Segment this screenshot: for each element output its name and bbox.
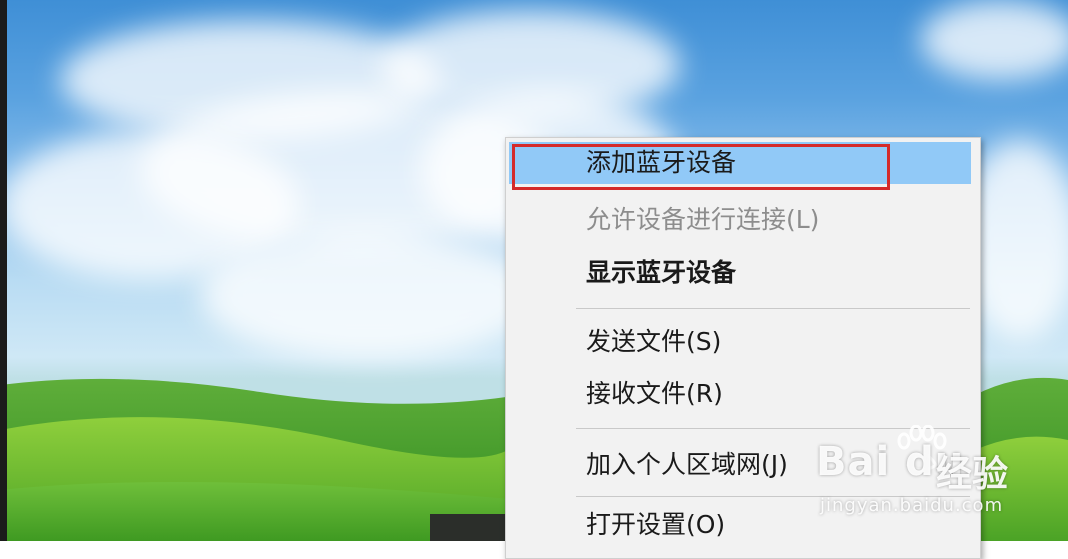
menu-item-label: 打开设置(O) [586,510,726,539]
watermark-url: jingyan.baidu.com [820,495,1004,516]
watermark-cn-text: 经验 [936,454,1009,495]
menu-item-label: 发送文件(S) [586,327,722,356]
menu-item-allow-connections: 允许设备进行连接(L) [506,199,980,241]
taskbar-fragment [430,514,508,541]
window-edge [0,0,7,541]
baidu-jingyan-watermark: Bai du 经验 jingyan.baidu.com [816,425,1016,525]
menu-item-label: 允许设备进行连接(L) [586,205,820,234]
menu-item-send-file[interactable]: 发送文件(S) [506,321,980,363]
menu-separator [576,308,970,309]
red-highlight-annotation [512,144,890,190]
menu-item-label: 接收文件(R) [586,379,723,408]
menu-item-show-bluetooth-devices[interactable]: 显示蓝牙设备 [506,252,980,294]
menu-item-label: 显示蓝牙设备 [586,258,737,287]
menu-item-receive-file[interactable]: 接收文件(R) [506,373,980,415]
menu-item-label: 加入个人区域网(J) [586,450,788,479]
